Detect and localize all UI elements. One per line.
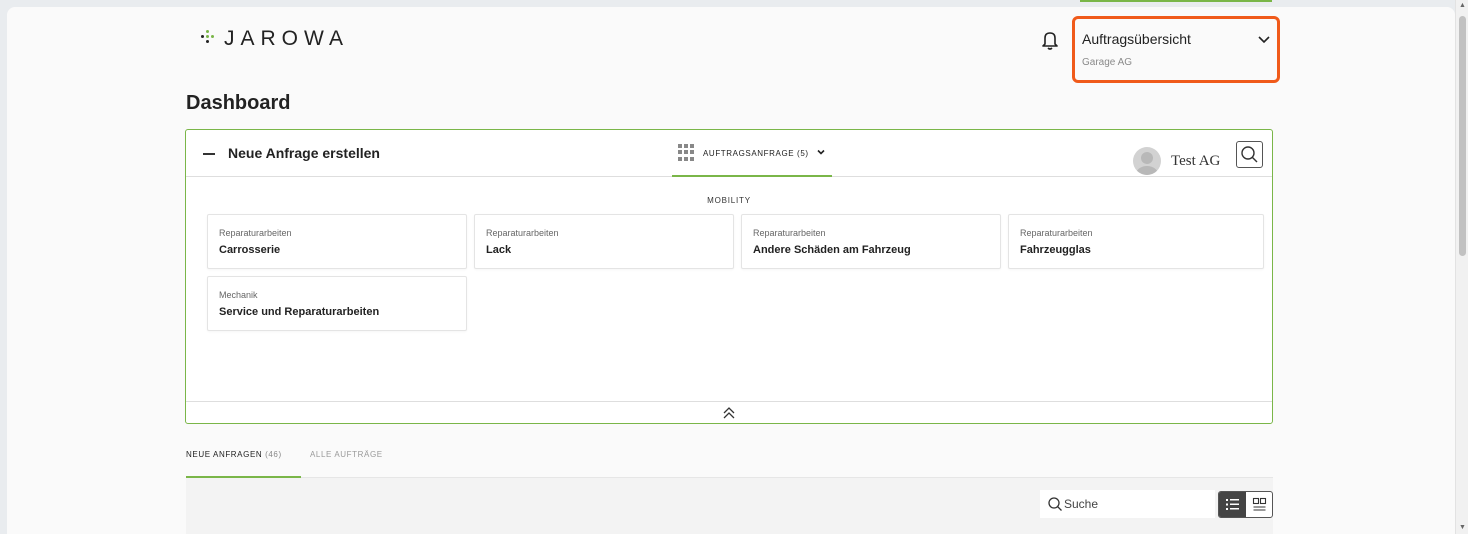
tab-all-orders[interactable]: ALLE AUFTRÄGE xyxy=(310,441,383,478)
request-type-dropdown[interactable]: AUFTRAGSANFRAGE (5) xyxy=(672,130,832,177)
grid-icon xyxy=(678,144,695,161)
tab-count: (46) xyxy=(265,450,282,459)
chevron-down-icon xyxy=(817,149,825,155)
card-category: Reparaturarbeiten xyxy=(753,228,826,238)
request-type-label: AUFTRAGSANFRAGE (5) xyxy=(703,149,809,158)
page-title: Dashboard xyxy=(186,92,291,114)
card-title: Service und Reparaturarbeiten xyxy=(219,306,380,318)
panel-header: Neue Anfrage erstellen AUFTRAGSANFRAGE (… xyxy=(186,130,1272,177)
chevron-down-icon xyxy=(1258,36,1270,44)
logo-text: JAROWA xyxy=(224,27,350,50)
card-category: Reparaturarbeiten xyxy=(1020,228,1093,238)
card-category: Reparaturarbeiten xyxy=(219,228,292,238)
user-name: Test AG xyxy=(1171,152,1221,169)
page-scrollbar[interactable]: ▲ ▼ xyxy=(1455,0,1468,534)
card-title: Lack xyxy=(486,244,512,256)
new-request-panel: Neue Anfrage erstellen AUFTRAGSANFRAGE (… xyxy=(185,129,1273,424)
card-category: Reparaturarbeiten xyxy=(486,228,559,238)
search-button[interactable] xyxy=(1236,141,1263,168)
scroll-thumb[interactable] xyxy=(1459,16,1466,256)
grid-view-button[interactable] xyxy=(1246,492,1272,517)
service-card[interactable]: Reparaturarbeiten Lack xyxy=(474,214,734,269)
tab-label: ALLE AUFTRÄGE xyxy=(310,450,383,459)
service-card[interactable]: Reparaturarbeiten Carrosserie xyxy=(207,214,467,269)
service-card[interactable]: Mechanik Service und Reparaturarbeiten xyxy=(207,276,467,331)
collapse-icon[interactable] xyxy=(203,153,215,155)
service-card[interactable]: Reparaturarbeiten Fahrzeugglas xyxy=(1008,214,1264,269)
scroll-up-icon[interactable]: ▲ xyxy=(1458,2,1467,9)
card-title: Carrosserie xyxy=(219,244,281,256)
view-toggle xyxy=(1218,491,1273,518)
account-selector[interactable]: Auftragsübersicht Garage AG xyxy=(1072,16,1280,83)
active-indicator xyxy=(1080,0,1272,2)
scroll-down-icon[interactable]: ▼ xyxy=(1458,524,1467,531)
service-card[interactable]: Reparaturarbeiten Andere Schäden am Fahr… xyxy=(741,214,1001,269)
search-icon xyxy=(1048,497,1062,511)
card-title: Fahrzeugglas xyxy=(1020,244,1091,256)
panel-title[interactable]: Neue Anfrage erstellen xyxy=(228,145,380,161)
list-view-button[interactable] xyxy=(1219,492,1246,517)
card-category: Mechanik xyxy=(219,290,258,300)
account-subtitle: Garage AG xyxy=(1082,57,1133,68)
search-input[interactable] xyxy=(1064,495,1209,513)
list-view-icon xyxy=(1226,499,1239,510)
panel-footer xyxy=(186,401,1272,423)
tab-label: NEUE ANFRAGEN xyxy=(186,450,263,459)
logo[interactable]: JAROWA xyxy=(198,27,349,51)
notification-bell-icon[interactable] xyxy=(1041,30,1059,50)
user-chip[interactable]: Test AG xyxy=(1133,147,1220,175)
account-title: Auftragsübersicht xyxy=(1082,31,1191,47)
tab-new-requests[interactable]: NEUE ANFRAGEN (46) xyxy=(186,441,301,478)
order-tabs: NEUE ANFRAGEN (46) ALLE AUFTRÄGE xyxy=(186,441,1273,478)
logo-mark-icon xyxy=(198,29,220,49)
search-icon xyxy=(1241,146,1258,163)
grid-view-icon xyxy=(1252,497,1267,511)
chevrons-up-icon[interactable] xyxy=(722,405,736,421)
avatar xyxy=(1133,147,1161,175)
card-title: Andere Schäden am Fahrzeug xyxy=(753,244,911,256)
section-label: MOBILITY xyxy=(707,196,751,205)
